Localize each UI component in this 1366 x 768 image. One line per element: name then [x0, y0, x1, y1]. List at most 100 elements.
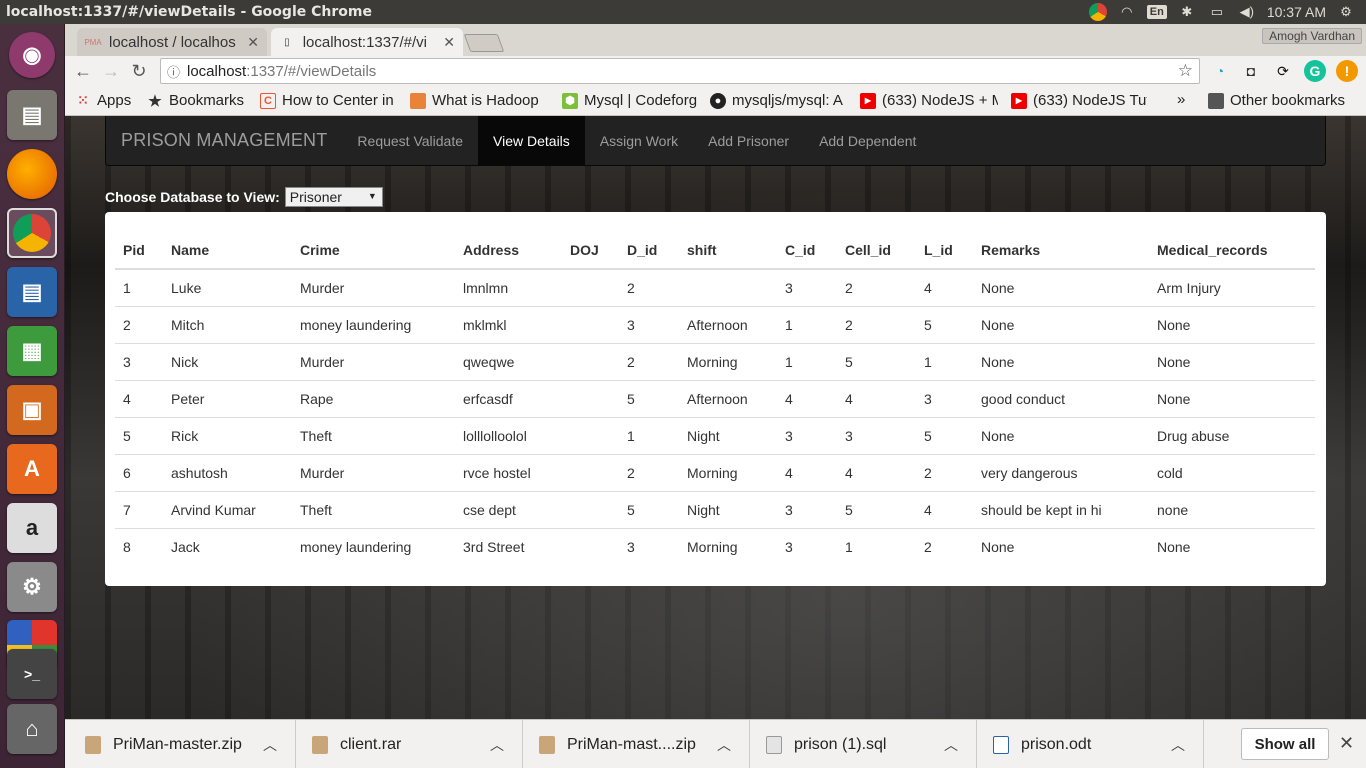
table-cell: 3 — [785, 279, 793, 296]
show-all-button[interactable]: Show all — [1241, 728, 1329, 760]
profile-button[interactable]: Amogh Vardhan — [1262, 28, 1362, 44]
clock[interactable]: 10:37 AM — [1267, 4, 1326, 20]
bookmark-label: Bookmarks — [169, 92, 245, 109]
table-cell: Jack — [163, 527, 292, 565]
table-cell — [562, 379, 619, 417]
table-cell: 3 — [115, 342, 163, 380]
extension-sync-icon[interactable]: ⟳ — [1272, 60, 1294, 82]
bluetooth-icon[interactable]: ✱ — [1177, 4, 1197, 20]
download-item[interactable]: prison.odt ︿ — [977, 720, 1204, 768]
impress-icon[interactable]: ▣ — [7, 385, 57, 435]
ubuntu-dash-icon[interactable]: ◉ — [9, 32, 55, 78]
archive-icon — [312, 735, 328, 754]
table-cell: 2 — [619, 342, 679, 380]
firefox-icon[interactable] — [7, 149, 57, 199]
calc-icon[interactable]: ▦ — [7, 326, 57, 376]
bookmark-github[interactable]: ● mysqljs/mysql: A — [710, 92, 848, 109]
chevron-up-icon[interactable]: ︿ — [944, 735, 958, 755]
address-bar[interactable]: ⓘ localhost:1337/#/viewDetails ☆ — [160, 58, 1200, 84]
chrome-menu-icon[interactable]: ! — [1336, 60, 1358, 82]
nav-view-details[interactable]: View Details — [478, 116, 585, 165]
new-tab-button[interactable] — [463, 34, 505, 52]
close-icon[interactable]: ✕ — [247, 34, 259, 51]
wifi-icon[interactable]: ◠ — [1117, 4, 1137, 20]
gear-icon[interactable]: ⚙ — [1336, 4, 1356, 20]
files-icon[interactable]: ▤ — [7, 90, 57, 140]
table-cell: 2 — [916, 527, 973, 565]
bookmark-star-icon[interactable]: ☆ — [1178, 61, 1193, 81]
chrome-icon[interactable] — [1088, 3, 1107, 21]
writer-icon[interactable]: ▤ — [7, 267, 57, 317]
forward-button[interactable]: → — [97, 58, 125, 84]
table-cell: Night — [679, 490, 777, 528]
download-item[interactable]: PriMan-master.zip ︿ — [65, 720, 296, 768]
trash-icon[interactable]: ⌂ — [7, 704, 57, 754]
table-cell: Afternoon — [679, 305, 777, 343]
table-cell: Theft — [292, 490, 455, 528]
grammarly-icon[interactable]: G — [1304, 60, 1326, 82]
system-tray: ◠ En ✱ ▭ ◀) 10:37 AM ⚙ — [1088, 3, 1366, 21]
table-cell: 8 — [115, 527, 163, 565]
volume-icon[interactable]: ◀) — [1237, 4, 1257, 20]
database-chooser: Choose Database to View: Prisoner ▼ — [105, 187, 383, 207]
table-cell: cse dept — [455, 490, 562, 528]
download-item[interactable]: PriMan-mast....zip ︿ — [523, 720, 750, 768]
zip-icon — [539, 735, 555, 754]
tab-phpmyadmin[interactable]: PMA localhost / localhos ✕ — [77, 28, 267, 56]
column-header: Pid — [115, 232, 163, 270]
keyboard-language-indicator[interactable]: En — [1146, 5, 1167, 19]
chevron-up-icon[interactable]: ︿ — [717, 735, 731, 755]
table-cell: 5 — [115, 416, 163, 454]
nav-request-validate[interactable]: Request Validate — [342, 116, 478, 165]
chevron-up-icon[interactable]: ︿ — [1171, 735, 1185, 755]
table-row: 4 Peter Rape erfcasdf 5 Afternoon 4 4 3 good cond… — [115, 379, 1315, 417]
extension-timer-icon[interactable]: ◔ — [1209, 60, 1231, 82]
terminal-icon[interactable]: >_ — [7, 649, 57, 699]
bookmark-center[interactable]: C How to Center in — [260, 92, 398, 109]
table-cell: 2 — [837, 305, 916, 343]
table-cell: Nick — [163, 342, 292, 380]
back-button[interactable]: ← — [69, 58, 97, 84]
battery-icon[interactable]: ▭ — [1207, 4, 1227, 20]
bookmark-mysql[interactable]: ⬢ Mysql | Codeforg — [562, 92, 699, 109]
table-cell — [562, 342, 619, 380]
bookmark-youtube-2[interactable]: ▶ (633) NodeJS Tut — [1011, 92, 1147, 109]
info-icon[interactable]: ⓘ — [167, 62, 187, 81]
page-favicon: ▯ — [284, 36, 290, 48]
reload-button[interactable]: ↻ — [125, 58, 153, 84]
bookmarks-overflow-chevron[interactable]: » — [1177, 91, 1185, 108]
details-panel: Pid Name Crime Address DOJ D_id shift C_id Cell_… — [105, 212, 1326, 586]
table-cell: 4 — [777, 379, 837, 417]
chevron-up-icon[interactable]: ︿ — [263, 735, 277, 755]
close-icon[interactable]: ✕ — [1339, 733, 1354, 754]
download-item[interactable]: prison (1).sql ︿ — [750, 720, 977, 768]
close-icon[interactable]: ✕ — [443, 34, 455, 51]
table-cell: None — [1149, 379, 1315, 417]
table-cell: 6 — [115, 453, 163, 491]
software-center-icon[interactable]: A — [7, 444, 57, 494]
bookmark-apps[interactable]: ⁙ Apps — [75, 92, 155, 109]
extension-shield-icon[interactable]: ◘ — [1240, 60, 1262, 82]
bookmark-youtube-1[interactable]: ▶ (633) NodeJS + M — [860, 92, 998, 109]
amazon-icon[interactable]: a — [7, 503, 57, 553]
table-cell: Drug abuse — [1149, 416, 1315, 454]
table-cell: 3 — [837, 416, 916, 454]
bookmark-other[interactable]: Other bookmarks — [1208, 92, 1358, 109]
tab-view-details[interactable]: ▯ localhost:1337/#/vi ✕ — [271, 28, 463, 56]
database-select[interactable]: Prisoner ▼ — [284, 187, 383, 207]
settings-icon[interactable]: ⚙ — [7, 562, 57, 612]
table-cell: 7 — [115, 490, 163, 528]
nav-add-dependent[interactable]: Add Dependent — [804, 116, 931, 165]
table-cell: None — [1149, 527, 1315, 565]
download-filename: PriMan-master.zip — [113, 735, 242, 753]
table-row: 3 Nick Murder qweqwe 2 Morning 1 5 1 None None — [115, 342, 1315, 380]
nav-add-prisoner[interactable]: Add Prisoner — [693, 116, 804, 165]
nav-assign-work[interactable]: Assign Work — [585, 116, 693, 165]
chrome-launcher-icon[interactable] — [7, 208, 57, 258]
brand-logo[interactable]: PRISON MANAGEMENT — [106, 116, 342, 165]
bookmark-folder-bookmarks[interactable]: ★ Bookmarks — [147, 92, 257, 109]
download-item[interactable]: client.rar ︿ — [296, 720, 523, 768]
phpmyadmin-favicon: PMA — [84, 37, 102, 47]
bookmark-hadoop[interactable]: What is Hadoop — [410, 92, 546, 109]
chevron-up-icon[interactable]: ︿ — [490, 735, 504, 755]
